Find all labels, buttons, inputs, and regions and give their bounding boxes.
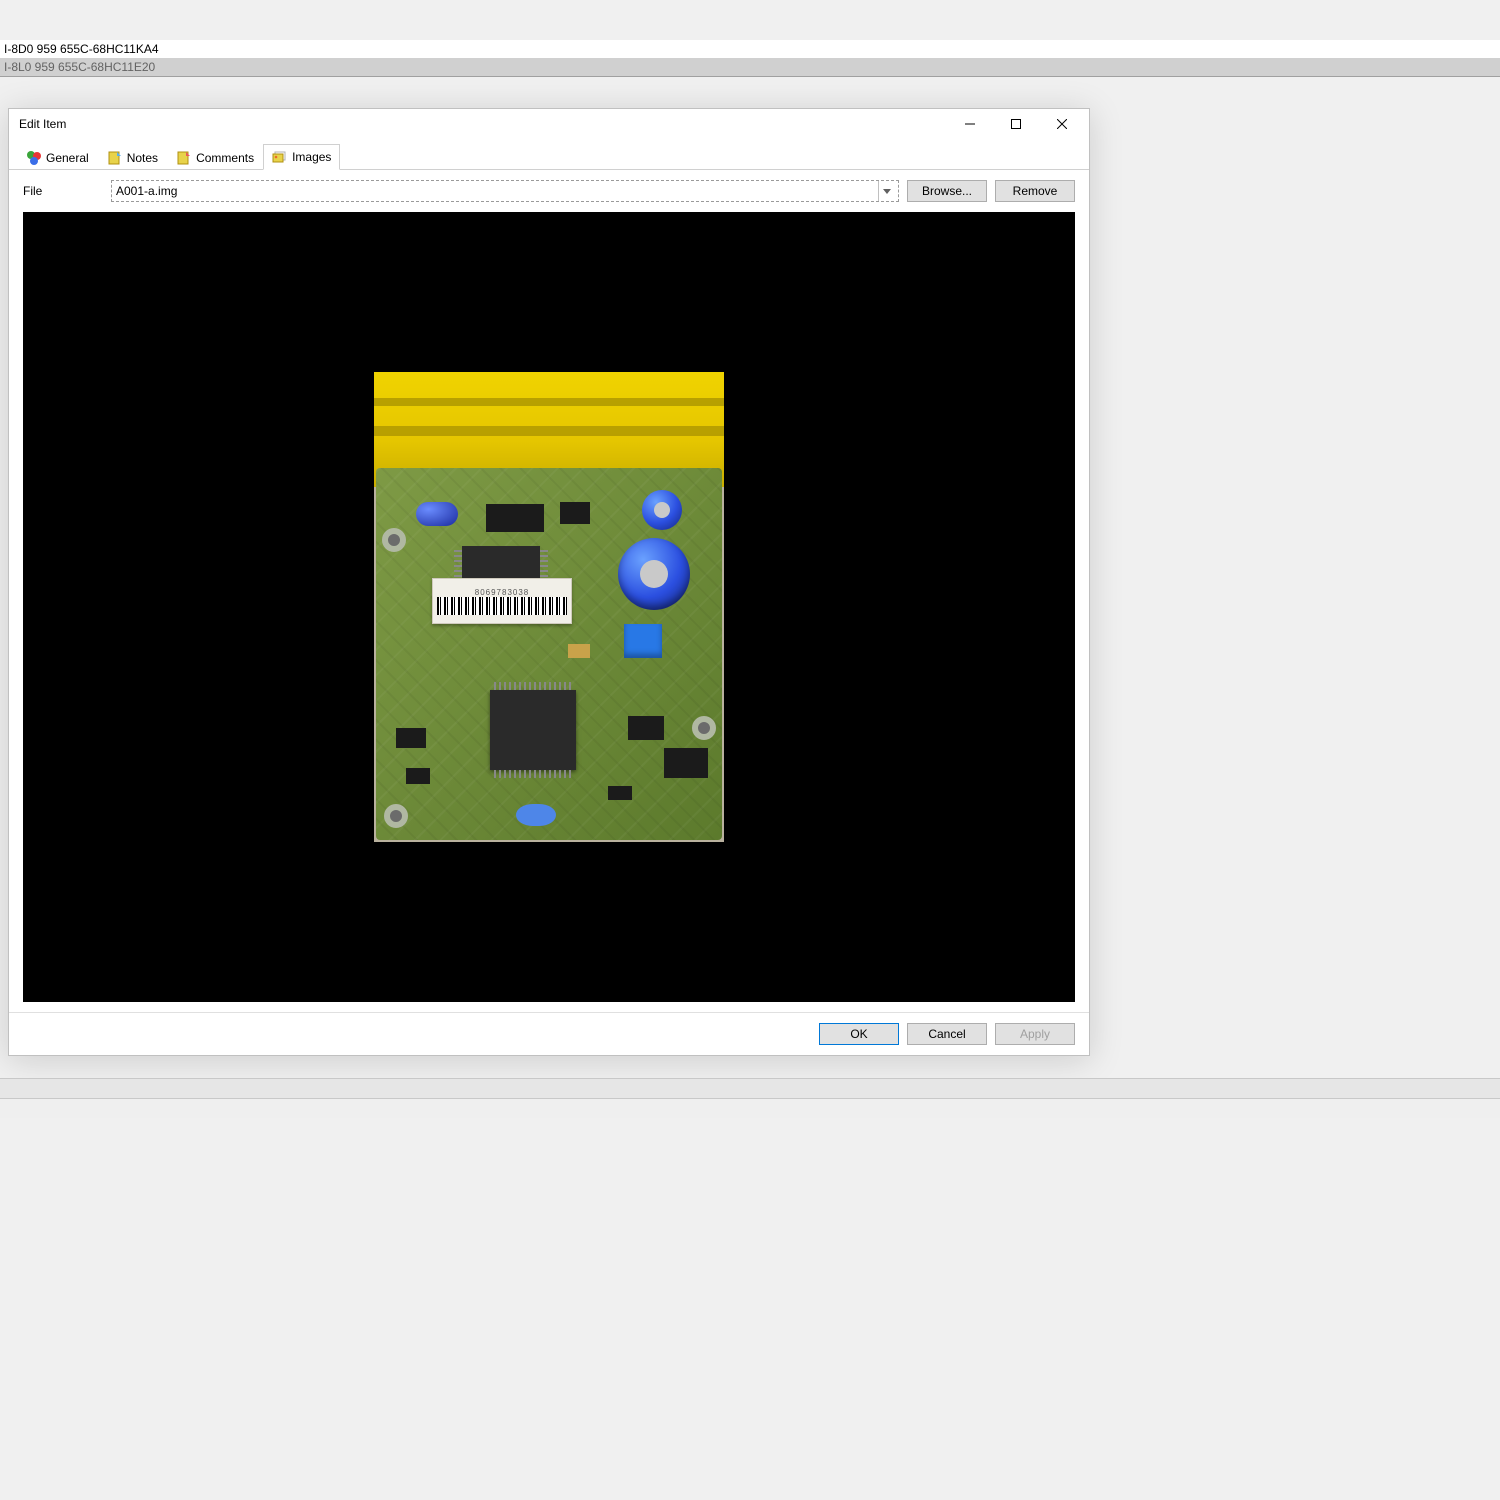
close-button[interactable] (1039, 109, 1085, 139)
list-item[interactable]: I-8L0 959 655C-68HC11E20 (0, 58, 1500, 76)
chevron-down-icon[interactable] (878, 181, 894, 201)
tab-general[interactable]: General (17, 144, 98, 170)
tab-label: Images (292, 150, 331, 164)
tabstrip: General Notes Comments Images (9, 139, 1089, 170)
file-label: File (23, 184, 103, 198)
remove-button[interactable]: Remove (995, 180, 1075, 202)
image-preview: 8069783038 (374, 372, 724, 842)
maximize-button[interactable] (993, 109, 1039, 139)
dialog-button-row: OK Cancel Apply (9, 1012, 1089, 1055)
minimize-button[interactable] (947, 109, 993, 139)
tab-label: Notes (127, 151, 158, 165)
barcode-number: 8069783038 (475, 588, 530, 597)
browse-button[interactable]: Browse... (907, 180, 987, 202)
background-list: I-8D0 959 655C-68HC11KA4 I-8L0 959 655C-… (0, 40, 1500, 77)
ok-button[interactable]: OK (819, 1023, 899, 1045)
file-combo[interactable] (111, 180, 899, 202)
tab-notes[interactable]: Notes (98, 144, 167, 170)
list-item[interactable]: I-8D0 959 655C-68HC11KA4 (0, 40, 1500, 58)
tab-images[interactable]: Images (263, 144, 340, 170)
comments-icon (176, 150, 192, 166)
image-viewer: 8069783038 (23, 212, 1075, 1002)
parent-statusbars (0, 1078, 1500, 1118)
tab-label: General (46, 151, 89, 165)
tab-label: Comments (196, 151, 254, 165)
barcode-icon (437, 597, 567, 615)
images-icon (272, 149, 288, 165)
cancel-button[interactable]: Cancel (907, 1023, 987, 1045)
apply-button: Apply (995, 1023, 1075, 1045)
general-icon (26, 150, 42, 166)
window-title: Edit Item (19, 117, 947, 131)
file-row: File Browse... Remove (9, 170, 1089, 212)
edit-item-dialog: Edit Item General Notes Commen (8, 108, 1090, 1056)
notes-icon (107, 150, 123, 166)
tab-comments[interactable]: Comments (167, 144, 263, 170)
titlebar: Edit Item (9, 109, 1089, 139)
file-input[interactable] (116, 184, 878, 198)
